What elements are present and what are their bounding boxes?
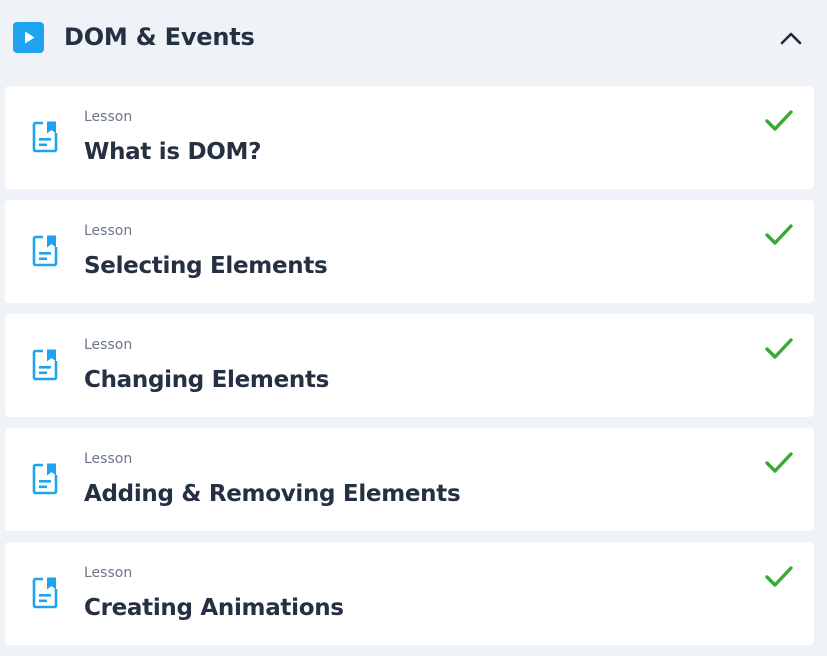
section-title: DOM & Events (64, 23, 255, 51)
lesson-title[interactable]: What is DOM? (84, 137, 261, 167)
lesson-document-icon (31, 120, 59, 154)
lesson-title[interactable]: Creating Animations (84, 593, 344, 623)
lesson-item[interactable]: Lesson Changing Elements (5, 314, 814, 417)
checkmark-icon (764, 108, 794, 134)
lesson-type-label: Lesson (84, 109, 133, 125)
lesson-document-icon (31, 462, 59, 496)
lesson-type-label: Lesson (84, 223, 133, 239)
lesson-type-label: Lesson (84, 337, 133, 353)
checkmark-icon (764, 222, 794, 248)
course-section: DOM & Events Lesson What is DOM? Lesson … (0, 0, 827, 656)
lesson-document-icon (31, 348, 59, 382)
lesson-list: Lesson What is DOM? Lesson Selecting Ele… (5, 86, 814, 645)
lesson-document-icon (31, 576, 59, 610)
lesson-document-icon (31, 234, 59, 268)
checkmark-icon (764, 450, 794, 476)
checkmark-icon (764, 336, 794, 362)
lesson-title[interactable]: Adding & Removing Elements (84, 479, 461, 509)
checkmark-icon (764, 564, 794, 590)
lesson-title[interactable]: Changing Elements (84, 365, 329, 395)
lesson-item[interactable]: Lesson Selecting Elements (5, 200, 814, 303)
section-header[interactable]: DOM & Events (0, 0, 827, 76)
lesson-title[interactable]: Selecting Elements (84, 251, 328, 281)
lesson-item[interactable]: Lesson What is DOM? (5, 86, 814, 189)
lesson-item[interactable]: Lesson Creating Animations (5, 542, 814, 645)
chevron-up-icon[interactable] (778, 26, 804, 50)
play-icon (13, 22, 44, 53)
lesson-type-label: Lesson (84, 565, 133, 581)
lesson-type-label: Lesson (84, 451, 133, 467)
lesson-item[interactable]: Lesson Adding & Removing Elements (5, 428, 814, 531)
